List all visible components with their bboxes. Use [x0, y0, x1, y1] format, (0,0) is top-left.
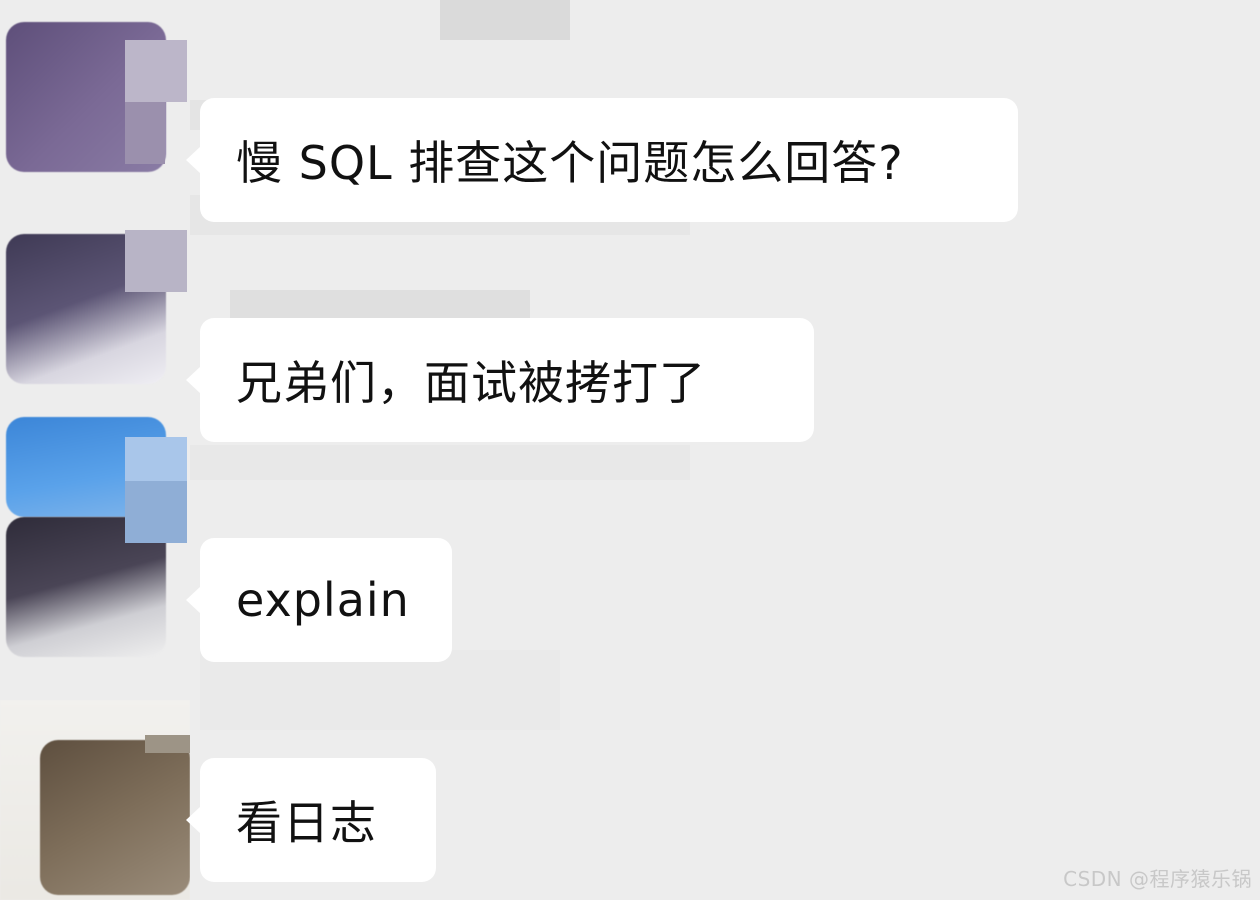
message-text: 兄弟们，面试被拷打了 — [236, 356, 706, 410]
message-bubble[interactable]: 看日志 — [186, 758, 436, 882]
message-text: 慢 SQL 排查这个问题怎么回答? — [236, 136, 904, 190]
message-text: 看日志 — [236, 796, 377, 850]
blur-mosaic-top — [440, 0, 570, 40]
avatar[interactable] — [0, 10, 190, 190]
avatar-pixel — [125, 481, 187, 543]
message-bubble[interactable]: 慢 SQL 排查这个问题怎么回答? — [186, 98, 1018, 222]
watermark: CSDN @程序猿乐锅 — [1063, 867, 1252, 891]
avatar-pixel — [125, 230, 187, 292]
avatar[interactable] — [0, 405, 190, 665]
avatar-image — [40, 740, 190, 895]
message-bubble[interactable]: explain — [186, 538, 452, 662]
avatar-pixel — [125, 40, 187, 102]
avatar[interactable] — [0, 222, 190, 402]
avatar[interactable] — [0, 700, 190, 900]
chat-window: 慢 SQL 排查这个问题怎么回答? 兄弟们，面试被拷打了 explain 看日志… — [0, 0, 1260, 900]
message-text: explain — [236, 573, 410, 627]
avatar-pixel — [145, 735, 190, 753]
blur-mosaic-row4 — [190, 445, 690, 480]
message-bubble[interactable]: 兄弟们，面试被拷打了 — [186, 318, 814, 442]
avatar-pixel — [125, 102, 165, 164]
blur-mosaic-row3 — [230, 290, 530, 320]
blur-mosaic-row5 — [200, 650, 560, 730]
